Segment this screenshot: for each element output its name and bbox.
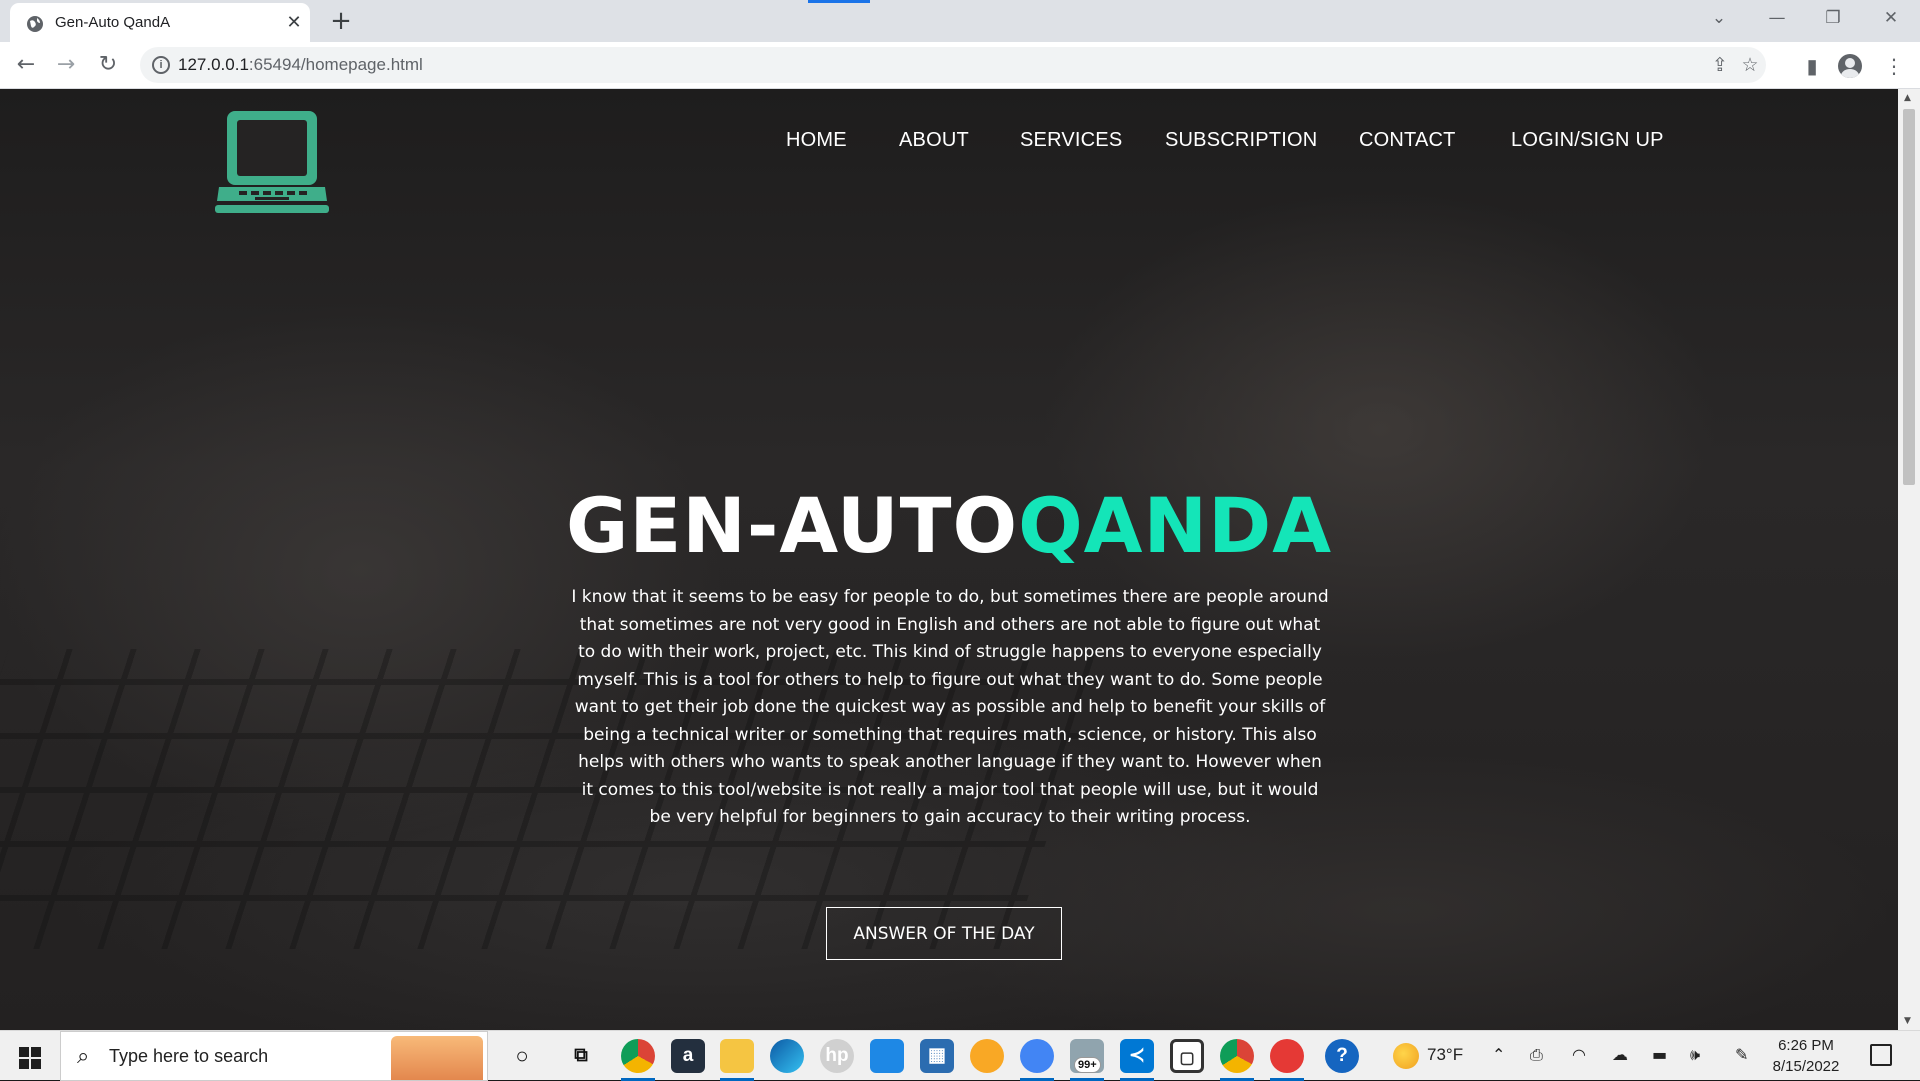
nav-about[interactable]: ABOUT [899, 129, 969, 152]
browser-tab-strip: Gen-Auto QandA ✕ + ⌄ — ❐ ✕ [0, 0, 1920, 42]
windows-start-icon[interactable] [19, 1047, 41, 1069]
terminal-app-icon[interactable]: ▢ [1170, 1039, 1204, 1073]
hero-description: I know that it seems to be easy for peop… [571, 587, 1329, 827]
search-highlight-image [391, 1036, 483, 1080]
volume-icon[interactable]: 🕪 [1690, 1045, 1700, 1065]
weather-icon[interactable] [1393, 1043, 1419, 1069]
edge-app-icon[interactable] [770, 1039, 804, 1073]
side-panel-icon[interactable]: ▮ [1798, 52, 1826, 80]
clock[interactable]: 6:26 PM 8/15/2022 [1762, 1035, 1850, 1077]
minimize-button[interactable]: — [1762, 8, 1792, 32]
scroll-up-arrow-icon[interactable]: ▲ [1904, 93, 1911, 103]
page-scrollbar[interactable]: ▲ ▼ [1898, 89, 1920, 1030]
search-placeholder: Type here to search [109, 1046, 269, 1066]
laptop-logo-icon[interactable] [215, 109, 329, 215]
scroll-thumb[interactable] [1903, 109, 1915, 485]
cortana-icon[interactable]: ○ [505, 1039, 539, 1073]
vscode-app-icon[interactable]: ≺ [1120, 1039, 1154, 1081]
page-viewport: HOME ABOUT SERVICES SUBSCRIPTION CONTACT… [0, 89, 1898, 1030]
windows-taskbar: ⌕ Type here to search ○ ⧉ a hp ▦ 99+ ≺ ▢… [0, 1030, 1920, 1081]
hero-title-part2: QANDA [1018, 481, 1333, 570]
nav-login-signup[interactable]: LOGIN/SIGN UP [1511, 129, 1664, 152]
chrome-app-icon-2[interactable] [1220, 1039, 1254, 1081]
search-icon: ⌕ [77, 1044, 90, 1069]
tab-search-chevron-icon[interactable]: ⌄ [1704, 8, 1734, 32]
show-hidden-icons-chevron-icon[interactable]: ⌃ [1492, 1045, 1505, 1064]
task-view-icon[interactable]: ⧉ [564, 1039, 598, 1073]
taskbar-search-box[interactable]: ⌕ Type here to search [60, 1031, 488, 1081]
temperature[interactable]: 73°F [1427, 1045, 1463, 1065]
clock-time: 6:26 PM [1778, 1037, 1834, 1054]
norton-app-icon[interactable] [970, 1039, 1004, 1073]
forward-button[interactable]: → [50, 50, 82, 82]
nav-contact[interactable]: CONTACT [1359, 129, 1456, 152]
profile-avatar-icon[interactable] [1838, 54, 1862, 78]
reload-button[interactable]: ↻ [92, 50, 124, 82]
chrome-app-icon[interactable] [621, 1039, 655, 1081]
close-window-button[interactable]: ✕ [1876, 8, 1906, 32]
back-button[interactable]: ← [10, 50, 42, 82]
restore-button[interactable]: ❐ [1818, 8, 1848, 32]
help-app-icon[interactable]: ? [1325, 1039, 1359, 1073]
hp-app-icon[interactable]: hp [820, 1039, 854, 1073]
browser-toolbar: ← → ↻ i 127.0.0.1:65494/homepage.html ⇪ … [0, 42, 1920, 89]
hero-title-part1: GEN-AUTO [565, 481, 1019, 570]
notifications-icon[interactable] [1870, 1044, 1892, 1066]
mail-app-icon[interactable]: 99+ [1070, 1039, 1104, 1081]
paint-app-icon[interactable] [1270, 1039, 1304, 1081]
tab-indicator [808, 0, 870, 3]
share-icon[interactable]: ⇪ [1708, 53, 1732, 77]
tab-title: Gen-Auto QandA [55, 14, 171, 31]
file-explorer-icon[interactable] [720, 1039, 754, 1081]
mail-badge: 99+ [1074, 1057, 1101, 1073]
new-tab-button[interactable]: + [326, 7, 356, 37]
network-icon[interactable]: ◠ [1572, 1045, 1586, 1064]
photos-app-icon[interactable] [870, 1039, 904, 1073]
bookmark-star-icon[interactable]: ☆ [1738, 53, 1762, 77]
nav-home[interactable]: HOME [786, 129, 847, 152]
battery-icon[interactable]: ▬ [1652, 1045, 1667, 1064]
meet-now-icon[interactable]: ⎙ [1530, 1045, 1543, 1065]
scroll-down-arrow-icon[interactable]: ▼ [1904, 1016, 1911, 1026]
nav-subscription[interactable]: SUBSCRIPTION [1165, 129, 1317, 152]
pen-icon[interactable]: ✎ [1735, 1045, 1748, 1064]
amazon-app-icon[interactable]: a [671, 1039, 705, 1073]
site-info-icon[interactable]: i [152, 56, 170, 74]
address-bar[interactable]: i 127.0.0.1:65494/homepage.html ⇪ ☆ [140, 47, 1766, 83]
hero-title: GEN-AUTOQANDA [0, 481, 1898, 570]
browser-tab[interactable]: Gen-Auto QandA ✕ [10, 3, 310, 42]
url-text[interactable]: 127.0.0.1:65494/homepage.html [178, 55, 423, 75]
clock-date: 8/15/2022 [1772, 1058, 1840, 1075]
chrome-beta-app-icon[interactable] [1020, 1039, 1054, 1081]
store-app-icon[interactable]: ▦ [920, 1039, 954, 1073]
onedrive-cloud-icon[interactable]: ☁ [1612, 1045, 1628, 1064]
menu-kebab-icon[interactable]: ⋮ [1880, 52, 1908, 80]
close-tab-icon[interactable]: ✕ [284, 13, 304, 33]
nav-services[interactable]: SERVICES [1020, 129, 1122, 152]
answer-of-the-day-button[interactable]: ANSWER OF THE DAY [826, 907, 1062, 960]
globe-icon [27, 16, 43, 32]
